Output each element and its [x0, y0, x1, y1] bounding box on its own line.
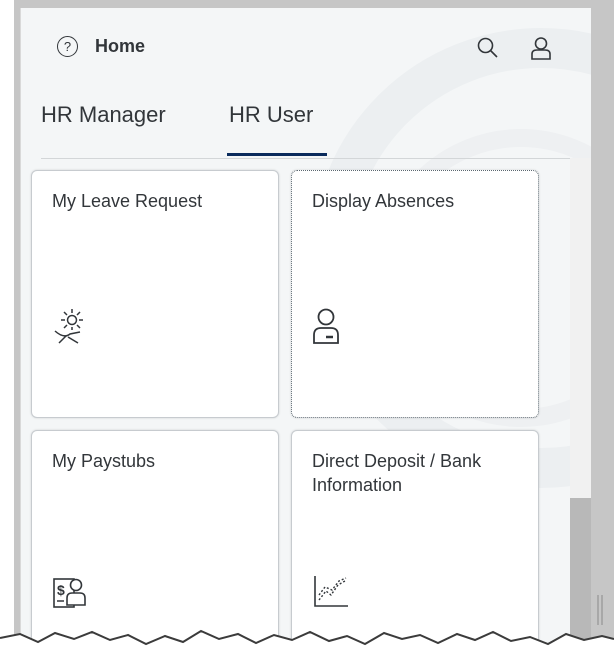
user-icon[interactable] — [529, 36, 553, 60]
tab-hr-user[interactable]: HR User — [229, 96, 313, 156]
help-icon[interactable]: ? — [57, 36, 78, 57]
page-title: Home — [95, 36, 146, 56]
line-chart-icon — [314, 576, 348, 607]
paystub-icon: $ — [53, 578, 86, 608]
person-badge-icon — [313, 308, 339, 344]
shell-bar: ? Home — [21, 8, 591, 78]
tile-title: Display Absences — [312, 191, 455, 211]
tile-title: My Leave Request — [52, 191, 203, 211]
sun-chair-icon — [54, 309, 83, 344]
tile-display-absences[interactable]: Display Absences — [291, 170, 539, 418]
tab-divider — [41, 158, 581, 159]
tile-title: My Paystubs — [52, 451, 156, 471]
tab-selected-indicator — [227, 153, 327, 156]
tab-bar: HR Manager HR User — [41, 96, 581, 158]
svg-text:$: $ — [57, 582, 65, 598]
tab-hr-manager[interactable]: HR Manager — [41, 96, 166, 156]
torn-edge — [0, 629, 614, 662]
launchpad-shell: ? Home HR Manager HR User My Leave Reque… — [20, 8, 591, 662]
tile-my-leave-request[interactable]: My Leave Request — [31, 170, 279, 418]
tile-title: Direct Deposit / Bank Information — [312, 451, 482, 495]
search-icon[interactable] — [476, 36, 500, 60]
